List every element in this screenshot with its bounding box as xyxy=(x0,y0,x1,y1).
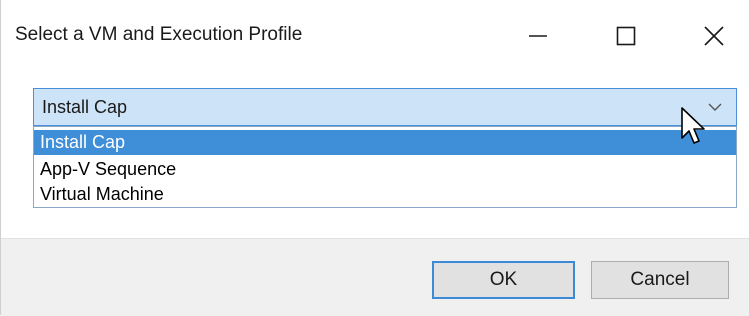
dialog-footer: OK Cancel xyxy=(1,238,749,316)
title-bar[interactable]: Select a VM and Execution Profile xyxy=(1,0,749,60)
close-button[interactable] xyxy=(691,14,737,58)
close-icon xyxy=(704,26,724,46)
maximize-icon xyxy=(616,26,636,46)
ok-button[interactable]: OK xyxy=(432,261,575,299)
dialog-window: Select a VM and Execution Profile Instal… xyxy=(0,0,749,316)
dropdown-option-install-cap[interactable]: Install Cap xyxy=(34,130,736,155)
profile-combobox[interactable]: Install Cap xyxy=(33,88,737,126)
minimize-icon xyxy=(529,35,547,37)
window-title: Select a VM and Execution Profile xyxy=(15,24,303,45)
mouse-pointer-icon xyxy=(681,107,705,144)
maximize-button[interactable] xyxy=(603,14,649,58)
combobox-value: Install Cap xyxy=(42,97,128,117)
combobox-dropdown-list: Install Cap App-V Sequence Virtual Machi… xyxy=(33,126,737,208)
chevron-down-icon[interactable] xyxy=(708,102,722,112)
cancel-button[interactable]: Cancel xyxy=(591,261,729,299)
dropdown-option-virtual-machine[interactable]: Virtual Machine xyxy=(34,182,736,207)
minimize-button[interactable] xyxy=(515,14,561,58)
dropdown-option-app-v-sequence[interactable]: App-V Sequence xyxy=(34,157,736,182)
